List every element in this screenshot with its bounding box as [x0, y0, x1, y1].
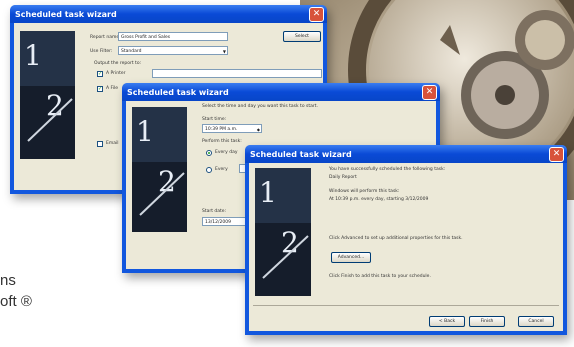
clock-artwork: 1 2: [132, 107, 187, 232]
title-bar[interactable]: Scheduled task wizard ✕: [122, 83, 440, 101]
printer-select[interactable]: [152, 69, 322, 78]
clock-artwork: 1 2: [255, 168, 311, 296]
dialog-body: 1 2 You have successfully scheduled the …: [249, 163, 563, 331]
every-label: Every: [215, 167, 228, 172]
file-option-label: A File: [106, 86, 119, 91]
finish-button[interactable]: Finish: [469, 316, 505, 327]
svg-text:1: 1: [259, 176, 277, 209]
every-day-radio[interactable]: [206, 150, 212, 156]
title-bar[interactable]: Scheduled task wizard ✕: [245, 145, 567, 163]
window-title: Scheduled task wizard: [127, 88, 229, 97]
svg-text:2: 2: [158, 165, 176, 198]
start-time-value: 10:39 PM a.m.: [205, 127, 238, 132]
chevron-down-icon[interactable]: ▼: [223, 47, 226, 56]
start-time-label: Start time:: [202, 117, 227, 122]
close-icon[interactable]: ✕: [422, 85, 437, 100]
every-day-label: Every day: [215, 150, 238, 155]
summary-task-name: Daily Report: [329, 175, 357, 180]
output-group-label: Output the report to:: [94, 61, 142, 66]
summary-line-1: You have successfully scheduled the foll…: [329, 167, 446, 172]
use-filter-label: Use Filter:: [90, 49, 113, 54]
wizard-window-summary: Scheduled task wizard ✕ 1 2 You have suc…: [245, 145, 567, 335]
report-name-label: Report name:: [90, 35, 121, 40]
use-filter-value: Standard: [121, 49, 142, 54]
svg-text:1: 1: [136, 115, 154, 148]
select-button[interactable]: Select: [283, 31, 321, 42]
cancel-button[interactable]: Cancel: [518, 316, 554, 327]
spin-icon[interactable]: ◆: [257, 125, 260, 134]
use-filter-select[interactable]: Standard ▼: [118, 46, 228, 55]
report-name-field[interactable]: Gross Profit and Sales: [118, 32, 228, 41]
window-title: Scheduled task wizard: [250, 150, 352, 159]
summary-finish-hint: Click Finish to add this task to your sc…: [329, 274, 431, 279]
file-checkbox[interactable]: ✓: [97, 86, 103, 92]
back-button[interactable]: < Back: [429, 316, 465, 327]
printer-option-label: A Printer: [106, 71, 126, 76]
every-radio[interactable]: [206, 167, 212, 173]
side-caption-line-1: ns: [0, 272, 16, 289]
window-title: Scheduled task wizard: [15, 10, 117, 19]
summary-line-3: Windows will perform this task:: [329, 189, 400, 194]
advanced-button[interactable]: Advanced...: [331, 252, 371, 263]
email-option-label: Email: [106, 141, 119, 146]
side-caption: ns oft ®: [0, 270, 32, 312]
title-bar[interactable]: Scheduled task wizard ✕: [10, 5, 327, 23]
svg-text:1: 1: [24, 39, 42, 72]
footer-separator: [253, 305, 559, 306]
email-checkbox[interactable]: [97, 141, 103, 147]
schedule-prompt: Select the time and day you want this ta…: [202, 104, 318, 109]
start-date-label: Start date:: [202, 209, 227, 214]
svg-text:2: 2: [46, 89, 64, 122]
summary-schedule: At 10:39 p.m. every day, starting 3/12/2…: [329, 197, 429, 202]
close-icon[interactable]: ✕: [309, 7, 324, 22]
start-time-field[interactable]: 10:39 PM a.m. ◆: [202, 124, 262, 133]
printer-checkbox[interactable]: ✓: [97, 71, 103, 77]
perform-label: Perform this task:: [202, 139, 242, 144]
side-caption-line-2: oft ®: [0, 293, 32, 310]
close-icon[interactable]: ✕: [549, 147, 564, 162]
summary-advanced-hint: Click Advanced to set up additional prop…: [329, 236, 463, 241]
clock-artwork: 1 2: [20, 31, 75, 159]
